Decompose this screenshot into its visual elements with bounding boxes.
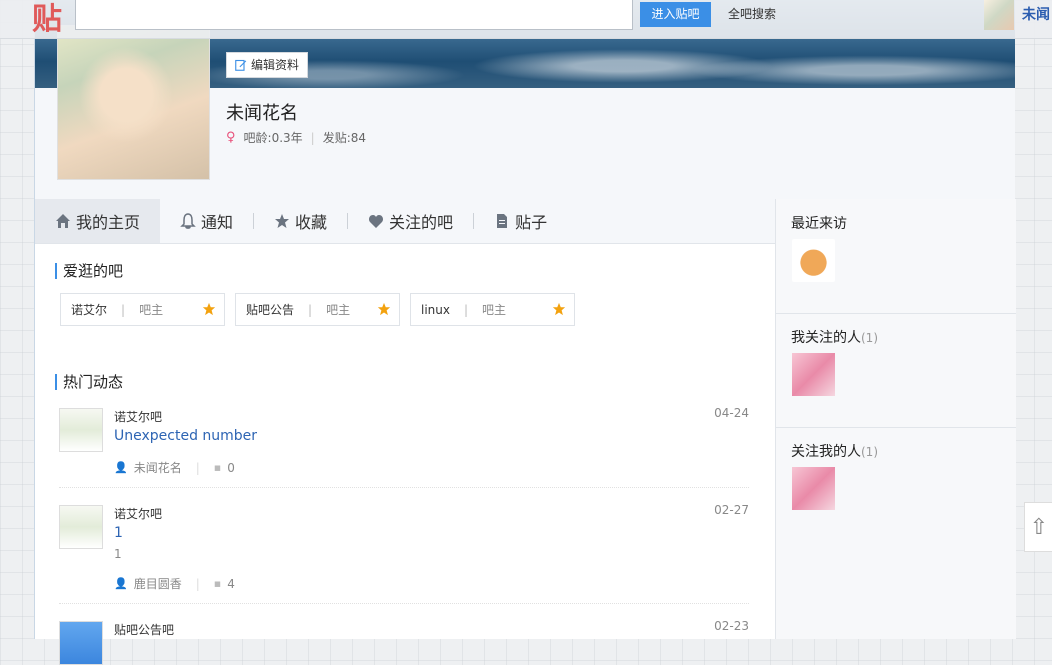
home-icon <box>56 214 70 228</box>
bell-icon <box>180 213 196 229</box>
edit-profile-button[interactable]: 编辑资料 <box>226 52 309 78</box>
feed-forum-name[interactable]: 诺艾尔吧 <box>114 505 162 522</box>
favorite-forum-item[interactable]: 诺艾尔 | 吧主 <box>60 293 225 326</box>
divider: | <box>195 576 200 591</box>
feed-post-summary: 1 <box>114 547 122 561</box>
tab-notifications[interactable]: 通知 <box>160 199 253 243</box>
tab-label: 通知 <box>201 213 234 232</box>
tab-label: 我的主页 <box>76 213 141 232</box>
profile-name: 未闻花名 <box>226 103 298 124</box>
followers-title: 关注我的人(1) <box>791 441 878 461</box>
comment-icon: ▪ <box>213 577 222 590</box>
top-username[interactable]: 未闻 <box>1022 4 1050 24</box>
search-all-button[interactable]: 全吧搜索 <box>720 2 784 27</box>
document-icon <box>497 214 508 228</box>
badge-star-icon <box>377 302 391 316</box>
user-icon: 👤 <box>114 577 128 590</box>
following-count: (1) <box>861 331 878 345</box>
forum-name: 诺艾尔 <box>71 303 108 317</box>
feed-divider <box>59 487 749 489</box>
forum-role: 吧主 <box>139 303 164 317</box>
arrow-up-icon: ⇧ <box>1029 514 1049 540</box>
forum-avatar[interactable] <box>59 505 103 549</box>
tab-followed-forums[interactable]: 关注的吧 <box>348 199 473 243</box>
feed-item: 贴吧公告吧 02-23 <box>59 619 749 665</box>
forum-role: 吧主 <box>482 303 507 317</box>
female-icon: ♀ <box>226 130 236 145</box>
badge-star-icon <box>552 302 566 316</box>
following-title: 我关注的人(1) <box>791 327 878 347</box>
divider: | <box>308 302 313 317</box>
feed-author[interactable]: 未闻花名 <box>134 459 182 476</box>
favorite-forum-item[interactable]: 贴吧公告 | 吧主 <box>235 293 400 326</box>
feed-forum-name[interactable]: 贴吧公告吧 <box>114 621 174 638</box>
post-count: 发贴:84 <box>322 131 367 145</box>
forum-name: linux <box>421 302 450 317</box>
heart-icon <box>369 215 384 228</box>
feed-date: 04-24 <box>714 406 749 420</box>
favorites-title: 爱逛的吧 <box>55 263 123 279</box>
user-icon: 👤 <box>114 461 128 474</box>
tieba-logo[interactable]: 贴 <box>32 0 62 38</box>
profile-card: 编辑资料 未闻花名 ♀ 吧龄:0.3年 | 发贴:84 我的主页 通知 收藏 关… <box>34 0 1016 665</box>
star-icon <box>275 214 290 228</box>
tab-label: 收藏 <box>295 213 328 232</box>
profile-avatar[interactable] <box>57 25 210 180</box>
tab-posts[interactable]: 贴子 <box>474 199 567 243</box>
edit-icon <box>235 59 247 71</box>
feed-author[interactable]: 鹿目圆香 <box>134 575 182 592</box>
followers-label[interactable]: 关注我的人 <box>791 444 861 460</box>
feed-replies: 4 <box>227 576 235 591</box>
followers-block: 关注我的人(1) <box>776 427 1016 541</box>
search-input[interactable] <box>75 0 633 30</box>
tab-favorites[interactable]: 收藏 <box>254 199 347 243</box>
feed-divider <box>59 603 749 605</box>
visitor-avatar[interactable] <box>792 239 835 282</box>
followers-count: (1) <box>861 445 878 459</box>
forum-name: 贴吧公告 <box>246 303 295 317</box>
tab-label: 关注的吧 <box>389 213 454 232</box>
feed-replies: 0 <box>227 460 235 475</box>
profile-tabs: 我的主页 通知 收藏 关注的吧 贴子 <box>35 199 775 244</box>
profile-meta: ♀ 吧龄:0.3年 | 发贴:84 <box>226 129 366 146</box>
favorite-forum-item[interactable]: linux | 吧主 <box>410 293 575 326</box>
user-avatar[interactable] <box>984 0 1014 30</box>
forum-avatar[interactable] <box>59 621 103 665</box>
feed-date: 02-27 <box>714 503 749 517</box>
tab-home[interactable]: 我的主页 <box>35 199 161 243</box>
divider: | <box>310 130 315 145</box>
forum-role: 吧主 <box>326 303 351 317</box>
right-sidebar: 最近来访 我关注的人(1) 关注我的人(1) <box>775 199 1016 639</box>
follower-avatar[interactable] <box>792 467 835 510</box>
following-block: 我关注的人(1) <box>776 313 1016 428</box>
feed-item: 诺艾尔吧 04-24 Unexpected number 👤 未闻花名 | ▪ … <box>59 406 749 489</box>
forum-avatar[interactable] <box>59 408 103 452</box>
divider: | <box>121 302 126 317</box>
following-label[interactable]: 我关注的人 <box>791 330 861 346</box>
feed-footer: 👤 未闻花名 | ▪ 0 <box>114 459 235 476</box>
badge-star-icon <box>202 302 216 316</box>
recent-visitors-title: 最近来访 <box>791 216 847 232</box>
feed-item: 诺艾尔吧 02-27 1 1 👤 鹿目圆香 | ▪ 4 <box>59 503 749 605</box>
following-avatar[interactable] <box>792 353 835 396</box>
feed-post-title[interactable]: Unexpected number <box>114 428 257 444</box>
feed-title: 热门动态 <box>55 374 123 390</box>
feed-footer: 👤 鹿目圆香 | ▪ 4 <box>114 575 235 592</box>
tab-label: 贴子 <box>515 213 548 232</box>
forum-age: 吧龄:0.3年 <box>243 131 303 145</box>
enter-forum-button[interactable]: 进入贴吧 <box>640 2 711 27</box>
feed-date: 02-23 <box>714 619 749 633</box>
top-bar: 贴 进入贴吧 全吧搜索 未闻 <box>0 0 1052 39</box>
recent-visitors-block: 最近来访 <box>776 199 1016 314</box>
comment-icon: ▪ <box>213 461 222 474</box>
back-to-top-button[interactable]: ⇧ <box>1024 502 1052 552</box>
feed-forum-name[interactable]: 诺艾尔吧 <box>114 408 162 425</box>
divider: | <box>195 460 200 475</box>
edit-profile-label: 编辑资料 <box>251 58 300 72</box>
feed-post-title[interactable]: 1 <box>114 525 123 541</box>
divider: | <box>463 302 469 317</box>
